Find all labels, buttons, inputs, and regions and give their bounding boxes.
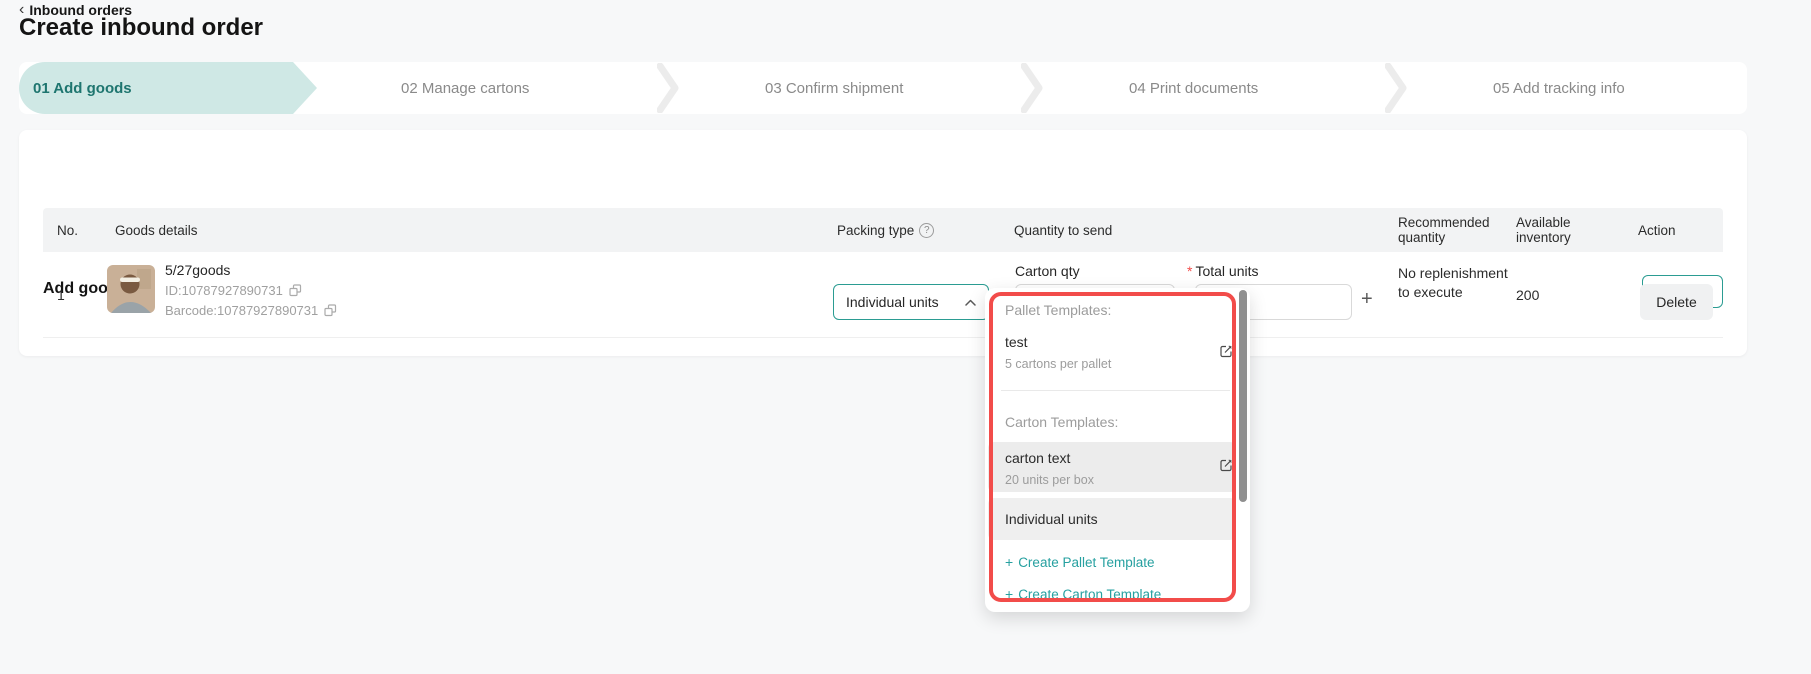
- edit-template-icon[interactable]: [1219, 344, 1233, 358]
- create-pallet-template-link[interactable]: + Create Pallet Template: [1005, 554, 1155, 570]
- col-header-goods-details: Goods details: [115, 208, 198, 252]
- active-step-arrow: [293, 62, 317, 114]
- link-label: Create Carton Template: [1018, 587, 1161, 602]
- total-units-label-text: Total units: [1195, 263, 1258, 279]
- goods-id: ID:10787927890731: [165, 282, 283, 299]
- step-manage-cartons[interactable]: 02 Manage cartons: [317, 62, 655, 114]
- chevron-right-icon: [655, 62, 681, 114]
- col-header-quantity-to-send: Quantity to send: [1014, 208, 1112, 252]
- delete-button[interactable]: Delete: [1640, 284, 1713, 320]
- chevron-right-icon: [1019, 62, 1045, 114]
- option-description: 20 units per box: [1005, 472, 1236, 488]
- step-add-tracking-info[interactable]: 05 Add tracking info: [1409, 62, 1747, 114]
- link-label: Create Pallet Template: [1018, 555, 1154, 570]
- add-goods-card: Add goods + Add No. Goods details Packin…: [19, 130, 1747, 356]
- packing-type-dropdown: Pallet Templates: test 5 cartons per pal…: [985, 288, 1250, 612]
- plus-icon: +: [1005, 554, 1013, 570]
- pallet-templates-group-label: Pallet Templates:: [1005, 302, 1111, 318]
- step-add-goods[interactable]: 01 Add goods: [19, 62, 293, 114]
- goods-barcode: Barcode:10787927890731: [165, 302, 318, 319]
- step-print-documents[interactable]: 04 Print documents: [1045, 62, 1383, 114]
- chevron-up-icon: [965, 299, 976, 306]
- plus-icon: +: [1005, 586, 1013, 602]
- divider: [1001, 390, 1230, 391]
- edit-template-icon[interactable]: [1219, 458, 1233, 472]
- col-header-no: No.: [57, 208, 78, 252]
- goods-details: 5/27goods ID:10787927890731 Barcode:1078…: [165, 261, 337, 319]
- col-header-packing-type: Packing type ?: [837, 208, 934, 252]
- col-header-action: Action: [1638, 208, 1676, 252]
- row-number: 1: [57, 287, 65, 303]
- chevron-right-icon: [1383, 62, 1409, 114]
- packing-type-value: Individual units: [846, 294, 939, 310]
- product-image: [107, 265, 155, 313]
- table-row: 1 5/27goods ID:10787927890731: [43, 252, 1723, 338]
- total-units-label: *Total units: [1187, 263, 1259, 279]
- step-confirm-shipment[interactable]: 03 Confirm shipment: [681, 62, 1019, 114]
- table-header: No. Goods details Packing type ? Quantit…: [43, 208, 1723, 252]
- available-inventory-value: 200: [1516, 287, 1539, 303]
- required-asterisk: *: [1187, 263, 1192, 279]
- step-label: 02 Manage cartons: [401, 80, 529, 97]
- carton-templates-group-label: Carton Templates:: [1005, 414, 1118, 430]
- stepper: 01 Add goods 02 Manage cartons 03 Confir…: [19, 62, 1747, 114]
- packing-type-header-label: Packing type: [837, 223, 914, 238]
- recommended-quantity-text: No replenishment to execute: [1398, 264, 1510, 302]
- step-label: 05 Add tracking info: [1493, 80, 1625, 97]
- step-label: 03 Confirm shipment: [765, 80, 903, 97]
- carton-template-option[interactable]: carton text 20 units per box: [988, 442, 1236, 492]
- col-header-available-inventory: Available inventory: [1516, 208, 1618, 252]
- option-name: Individual units: [1005, 511, 1098, 528]
- copy-icon[interactable]: [324, 304, 337, 317]
- copy-icon[interactable]: [289, 284, 302, 297]
- dropdown-scrollbar[interactable]: [1239, 290, 1247, 502]
- col-header-recommended-quantity: Recommended quantity: [1398, 208, 1500, 252]
- goods-name: 5/27goods: [165, 261, 337, 279]
- step-label: 04 Print documents: [1129, 80, 1258, 97]
- question-circle-icon[interactable]: ?: [919, 223, 934, 238]
- option-name: carton text: [1005, 450, 1236, 467]
- step-label: 01 Add goods: [33, 80, 132, 97]
- add-quantity-plus-icon[interactable]: +: [1361, 288, 1373, 311]
- page-title: Create inbound order: [19, 14, 263, 42]
- carton-qty-label: Carton qty: [1015, 263, 1080, 279]
- individual-units-option[interactable]: Individual units: [988, 498, 1236, 540]
- packing-type-select[interactable]: Individual units: [833, 284, 989, 320]
- option-name: test: [1005, 334, 1111, 351]
- pallet-template-option[interactable]: test 5 cartons per pallet: [1005, 334, 1111, 372]
- create-inbound-order-page: ‹ Inbound orders Create inbound order 01…: [0, 0, 1811, 674]
- option-description: 5 cartons per pallet: [1005, 356, 1111, 372]
- create-carton-template-link[interactable]: + Create Carton Template: [1005, 586, 1161, 602]
